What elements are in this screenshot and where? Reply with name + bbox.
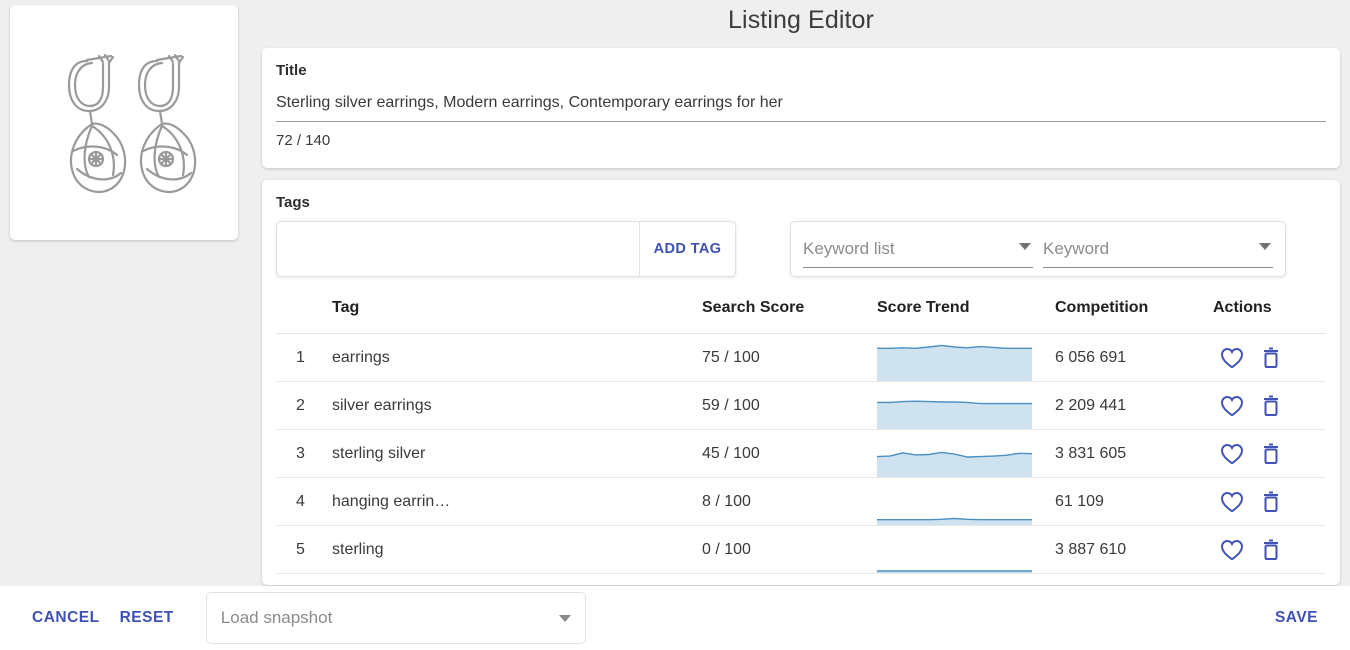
tag-input[interactable] (277, 222, 639, 276)
keyword-list-select-value: Keyword list (803, 238, 895, 258)
keyword-box: Keyword list Keyword (790, 221, 1286, 277)
tags-table: Tag Search Score Score Trend Competition… (276, 299, 1326, 574)
add-tag-box: ADD TAG (276, 221, 736, 277)
chevron-down-icon (1019, 243, 1031, 250)
table-body: 1 earrings 75 / 100 6 056 691 2 silver earrin… (276, 333, 1326, 574)
row-competition: 61 109 (1055, 477, 1213, 526)
tags-card: Tags ADD TAG Keyword list Keyword Tag Se… (262, 180, 1340, 585)
chevron-down-icon (1259, 243, 1271, 250)
row-tag[interactable]: earrings (332, 333, 702, 382)
row-score-trend-sparkline (877, 525, 1055, 574)
row-competition: 6 056 691 (1055, 333, 1213, 382)
row-competition: 3 887 610 (1055, 525, 1213, 574)
col-header-actions: Actions (1213, 299, 1326, 334)
product-image-card[interactable] (10, 5, 238, 240)
row-actions (1213, 477, 1326, 526)
page-title: Listing Editor (728, 6, 874, 34)
col-header-competition: Competition (1055, 299, 1213, 334)
heart-icon[interactable] (1220, 491, 1244, 513)
keyword-list-select[interactable]: Keyword list (803, 230, 1033, 268)
chevron-down-icon (558, 614, 571, 622)
trash-icon[interactable] (1260, 394, 1282, 417)
heart-icon[interactable] (1220, 443, 1244, 465)
row-competition: 2 209 441 (1055, 381, 1213, 430)
row-index: 4 (276, 477, 332, 526)
row-score-trend-sparkline (877, 381, 1055, 430)
table-header-row: Tag Search Score Score Trend Competition… (276, 299, 1326, 334)
load-snapshot-select[interactable]: Load snapshot (205, 592, 586, 644)
load-snapshot-value: Load snapshot (220, 608, 333, 627)
keyword-select[interactable]: Keyword (1043, 230, 1273, 268)
heart-icon[interactable] (1220, 347, 1244, 369)
row-actions (1213, 525, 1326, 574)
col-header-index (276, 299, 332, 334)
row-actions (1213, 381, 1326, 430)
row-index: 2 (276, 381, 332, 430)
row-index: 5 (276, 525, 332, 574)
title-char-counter: 72 / 140 (276, 132, 331, 149)
table-row[interactable]: 1 earrings 75 / 100 6 056 691 (276, 333, 1326, 382)
row-search-score: 45 / 100 (702, 429, 877, 478)
table-row[interactable]: 5 sterling 0 / 100 3 887 610 (276, 525, 1326, 574)
add-tag-button[interactable]: ADD TAG (639, 222, 735, 276)
tags-controls-row: ADD TAG Keyword list Keyword (276, 221, 1326, 277)
reset-button[interactable]: RESET (110, 601, 184, 635)
row-tag[interactable]: silver earrings (332, 381, 702, 430)
row-tag[interactable]: hanging earrin… (332, 477, 702, 526)
row-actions (1213, 333, 1326, 382)
row-search-score: 59 / 100 (702, 381, 877, 430)
tags-section-label: Tags (276, 194, 310, 211)
heart-icon[interactable] (1220, 395, 1244, 417)
keyword-select-value: Keyword (1043, 238, 1110, 258)
title-field-label: Title (276, 62, 307, 79)
row-tag[interactable]: sterling (332, 525, 702, 574)
heart-icon[interactable] (1220, 539, 1244, 561)
row-search-score: 8 / 100 (702, 477, 877, 526)
table-row[interactable]: 2 silver earrings 59 / 100 2 209 441 (276, 381, 1326, 430)
row-index: 1 (276, 333, 332, 382)
listing-editor-page: Listing Editor Title Sterling silver ear… (0, 0, 1350, 650)
row-competition: 3 831 605 (1055, 429, 1213, 478)
row-score-trend-sparkline (877, 429, 1055, 478)
row-score-trend-sparkline (877, 477, 1055, 526)
bottom-action-bar: CANCEL RESET Load snapshot SAVE (0, 586, 1350, 650)
product-image (67, 53, 197, 193)
row-score-trend-sparkline (877, 333, 1055, 382)
title-input-row[interactable]: Sterling silver earrings, Modern earring… (276, 93, 1326, 122)
trash-icon[interactable] (1260, 538, 1282, 561)
table-row[interactable]: 3 sterling silver 45 / 100 3 831 605 (276, 429, 1326, 478)
title-input[interactable]: Sterling silver earrings, Modern earring… (276, 93, 1326, 113)
trash-icon[interactable] (1260, 490, 1282, 513)
trash-icon[interactable] (1260, 442, 1282, 465)
row-search-score: 75 / 100 (702, 333, 877, 382)
trash-icon[interactable] (1260, 346, 1282, 369)
title-card: Title Sterling silver earrings, Modern e… (262, 48, 1340, 168)
col-header-search-score: Search Score (702, 299, 877, 334)
row-index: 3 (276, 429, 332, 478)
row-actions (1213, 429, 1326, 478)
col-header-tag: Tag (332, 299, 702, 334)
col-header-score-trend: Score Trend (877, 299, 1055, 334)
table-row[interactable]: 4 hanging earrin… 8 / 100 61 109 (276, 477, 1326, 526)
save-button[interactable]: SAVE (1265, 601, 1328, 635)
row-search-score: 0 / 100 (702, 525, 877, 574)
row-tag[interactable]: sterling silver (332, 429, 702, 478)
cancel-button[interactable]: CANCEL (22, 601, 110, 635)
